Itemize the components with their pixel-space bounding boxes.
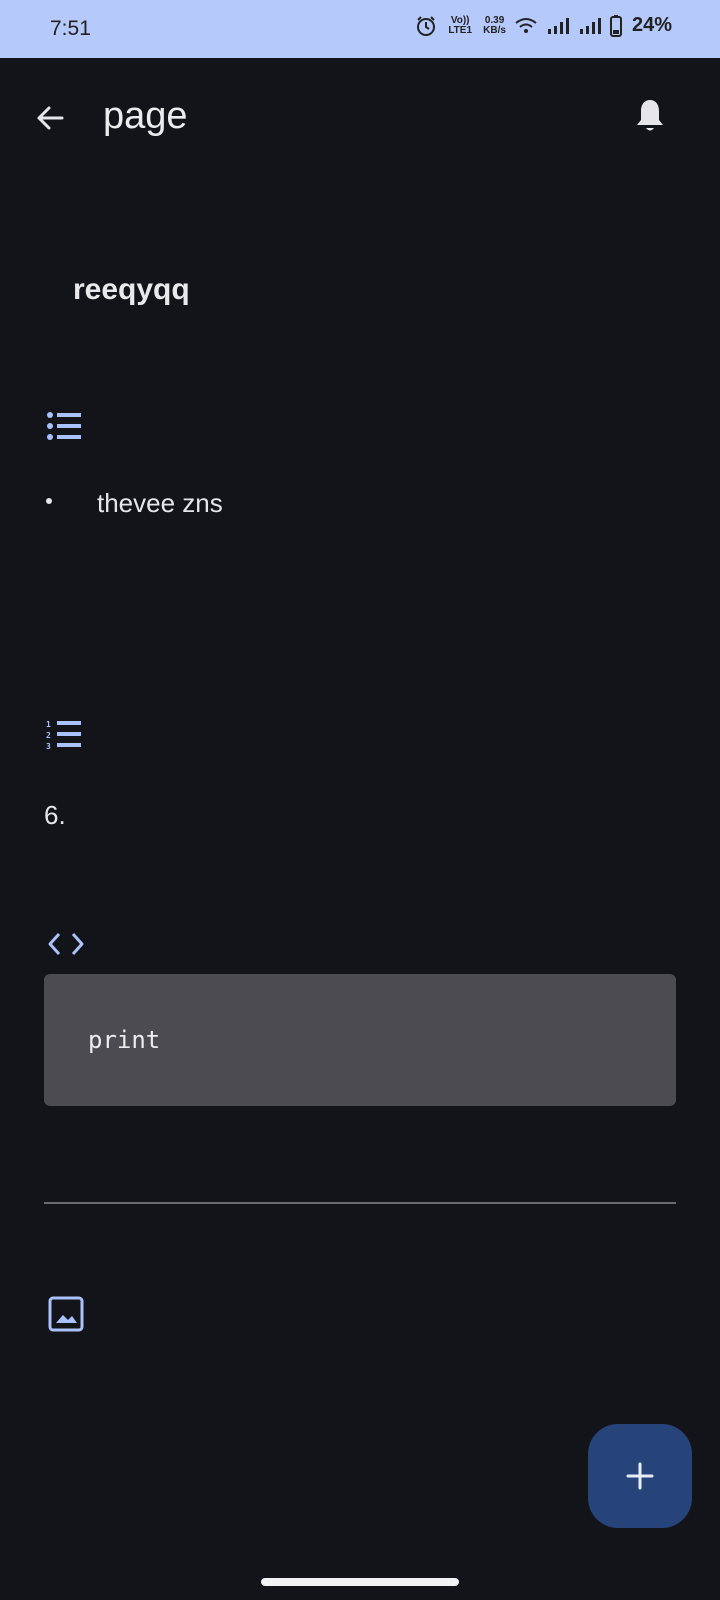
bulleted-list-icon[interactable] — [46, 410, 82, 447]
net-speed-unit: KB/s — [483, 24, 506, 36]
divider — [44, 1202, 676, 1204]
code-icon[interactable] — [46, 930, 86, 963]
battery-percent: 24% — [631, 14, 672, 36]
signal-icon-1 — [546, 16, 570, 36]
image-icon[interactable] — [48, 1296, 84, 1337]
alarm-icon — [415, 15, 437, 37]
notification-button[interactable] — [628, 94, 672, 138]
status-time: 7:51 — [50, 17, 91, 40]
heading-block[interactable]: reeqyqq — [73, 273, 190, 307]
numbered-list-icon[interactable]: 1 2 3 — [46, 718, 82, 755]
app-bar: page — [0, 58, 720, 178]
bullet-item-text[interactable]: thevee zns — [97, 486, 297, 520]
svg-text:2: 2 — [46, 731, 51, 740]
code-block[interactable]: print — [44, 974, 676, 1106]
bell-icon — [637, 100, 663, 131]
battery-icon — [609, 14, 622, 37]
wifi-icon — [514, 16, 538, 36]
back-button[interactable] — [30, 98, 70, 138]
signal-icon-2 — [578, 16, 602, 36]
status-bar: 7:51 Vo)) LTE1 0.39 KB/s 24% — [0, 0, 720, 58]
numbered-list-item[interactable]: 6. — [44, 800, 66, 831]
page-title: page — [103, 95, 188, 137]
status-indicators: Vo)) LTE1 0.39 KB/s 24% — [415, 14, 672, 37]
arrow-back-icon — [37, 106, 64, 130]
add-block-button[interactable] — [588, 1424, 692, 1528]
svg-text:3: 3 — [46, 742, 51, 750]
net-speed: 0.39 KB/s — [483, 14, 506, 36]
svg-text:1: 1 — [46, 720, 51, 729]
plus-icon — [626, 1462, 654, 1490]
code-text[interactable]: print — [88, 1026, 160, 1054]
net-speed-value: 0.39 — [484, 14, 505, 26]
bullet-dot — [46, 498, 52, 504]
gesture-nav-handle[interactable] — [261, 1578, 459, 1586]
volte-label: Vo)) LTE1 — [448, 14, 473, 36]
